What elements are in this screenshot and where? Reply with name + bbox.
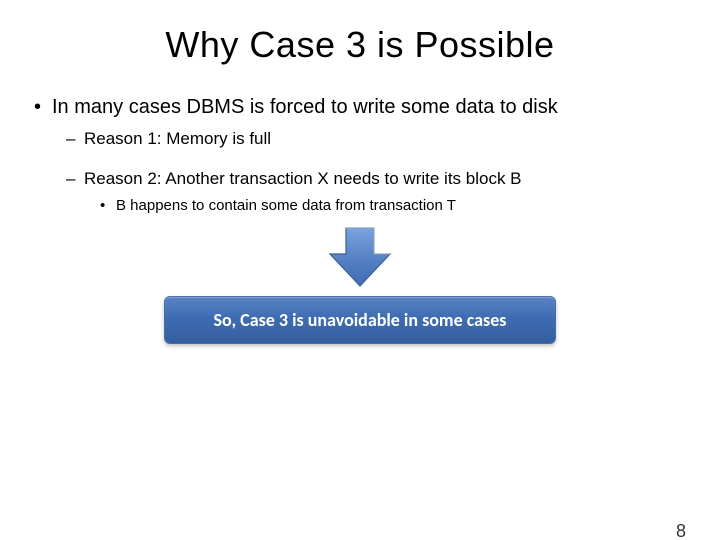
callout-text: So, Case 3 is unavoidable in some cases: [214, 309, 507, 331]
bullet-reason-2: Reason 2: Another transaction X needs to…: [30, 168, 690, 190]
slide: Why Case 3 is Possible In many cases DBM…: [0, 24, 720, 540]
down-arrow-icon: [320, 224, 400, 290]
callout-box: So, Case 3 is unavoidable in some cases: [164, 296, 556, 344]
bullet-reason-1: Reason 1: Memory is full: [30, 128, 690, 150]
slide-title: Why Case 3 is Possible: [0, 24, 720, 66]
callout-container: So, Case 3 is unavoidable in some cases: [0, 296, 720, 344]
page-number: 8: [676, 521, 686, 540]
slide-content: In many cases DBMS is forced to write so…: [30, 94, 690, 216]
arrow-container: [0, 224, 720, 290]
bullet-main: In many cases DBMS is forced to write so…: [30, 94, 690, 120]
bullet-reason-2-sub: B happens to contain some data from tran…: [30, 196, 690, 216]
